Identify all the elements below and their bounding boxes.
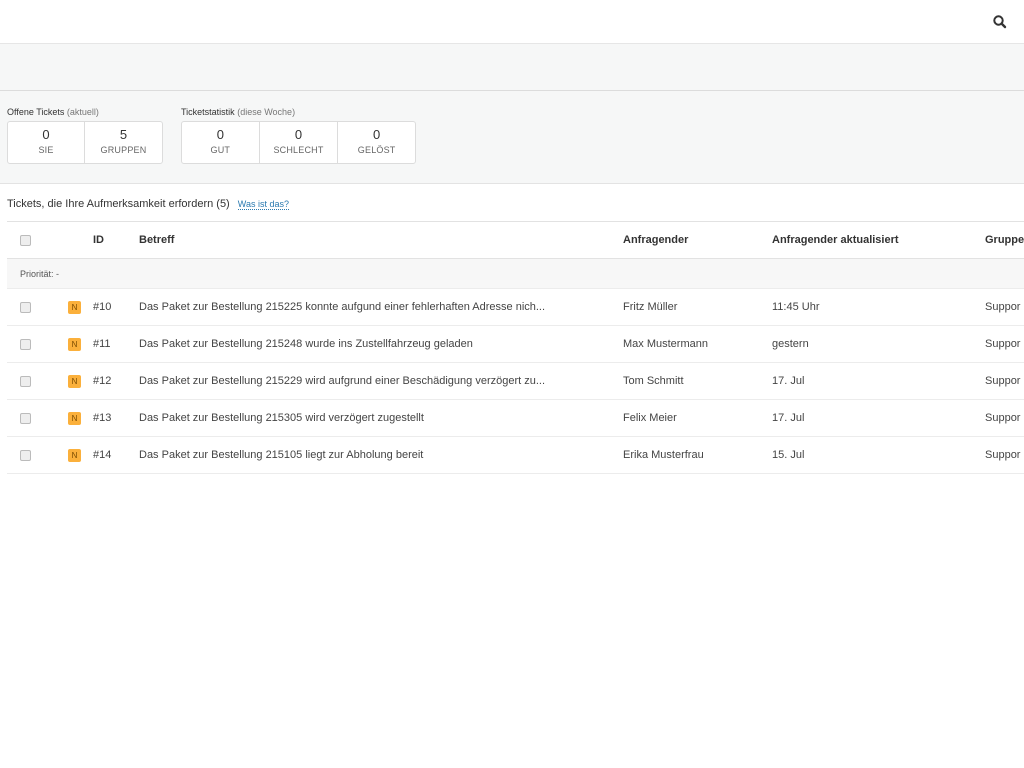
ticket-group: Suppor — [985, 301, 1021, 313]
table-row[interactable]: N #13 Das Paket zur Bestellung 215305 wi… — [7, 400, 1024, 437]
stat-subtitle-text: (diese Woche) — [237, 107, 296, 117]
top-bar — [0, 0, 1024, 44]
column-header-requester-updated[interactable]: Anfragender aktualisiert — [772, 222, 899, 258]
ticket-subject-link[interactable]: Das Paket zur Bestellung 215225 konnte a… — [139, 289, 545, 325]
stat-value: 0 — [373, 127, 381, 142]
priority-badge: N — [68, 300, 81, 314]
stat-good[interactable]: 0 GUT — [182, 122, 260, 163]
ticket-statistics: Ticketstatistik (diese Woche) 0 GUT 0 SC… — [181, 105, 416, 164]
stat-value: 0 — [294, 127, 303, 142]
ticket-stats-title: Ticketstatistik (diese Woche) — [181, 105, 416, 119]
priority-cell: N — [68, 326, 81, 362]
stat-value: 0 — [216, 127, 224, 142]
stat-label: GELÖST — [357, 145, 396, 155]
stat-label: SIE — [38, 145, 54, 155]
stat-value: 5 — [119, 127, 128, 142]
ticket-requester-updated: gestern — [772, 338, 809, 350]
row-select-cell — [20, 400, 31, 436]
ticket-subject-link[interactable]: Das Paket zur Bestellung 215105 liegt zu… — [139, 437, 423, 473]
sub-toolbar — [0, 44, 1024, 91]
stat-subtitle-text: (aktuell) — [66, 107, 99, 117]
ticket-requester-updated: 17. Jul — [772, 412, 805, 424]
ticket-requester-updated: 15. Jul — [772, 449, 805, 461]
table-row[interactable]: N #11 Das Paket zur Bestellung 215248 wu… — [7, 326, 1024, 363]
stats-panel: Offene Tickets (aktuell) 0 SIE 5 GRUPPEN… — [0, 91, 1024, 184]
ticket-id: #13 — [93, 412, 112, 424]
stat-label: SCHLECHT — [273, 145, 324, 155]
select-all-checkbox[interactable] — [20, 234, 31, 246]
table-row[interactable]: N #10 Das Paket zur Bestellung 215225 ko… — [7, 289, 1024, 326]
column-header-subject[interactable]: Betreff — [139, 222, 174, 258]
row-checkbox[interactable] — [20, 301, 31, 313]
select-all-cell — [20, 222, 31, 258]
group-row: Priorität: - — [7, 259, 1024, 289]
table-row[interactable]: N #14 Das Paket zur Bestellung 215105 li… — [7, 437, 1024, 474]
ticket-subject-link[interactable]: Das Paket zur Bestellung 215305 wird ver… — [139, 400, 424, 436]
row-checkbox[interactable] — [20, 338, 31, 350]
ticket-requester: Erika Musterfrau — [623, 449, 704, 461]
ticket-requester: Max Mustermann — [623, 338, 708, 350]
priority-cell: N — [68, 400, 81, 436]
stat-groups[interactable]: 5 GRUPPEN — [85, 122, 162, 163]
open-tickets-title: Offene Tickets (aktuell) — [7, 105, 163, 119]
stat-solved[interactable]: 0 GELÖST — [338, 122, 415, 163]
ticket-id: #12 — [93, 375, 112, 387]
search-icon — [993, 15, 1007, 29]
search-button[interactable] — [990, 12, 1010, 32]
column-header-group[interactable]: Gruppe — [985, 222, 1024, 258]
priority-badge: N — [68, 411, 81, 425]
row-checkbox[interactable] — [20, 449, 31, 461]
column-header-id[interactable]: ID — [93, 222, 104, 258]
section-title-text: Tickets, die Ihre Aufmerksamkeit erforde… — [7, 198, 230, 210]
row-checkbox[interactable] — [20, 412, 31, 424]
ticket-requester-updated: 17. Jul — [772, 375, 805, 387]
open-tickets-stats: Offene Tickets (aktuell) 0 SIE 5 GRUPPEN — [7, 105, 163, 164]
ticket-id: #10 — [93, 301, 112, 313]
ticket-requester: Felix Meier — [623, 412, 677, 424]
stat-label: GUT — [210, 145, 231, 155]
priority-group-label: Priorität: - — [20, 268, 60, 279]
stat-title-text: Offene Tickets — [7, 107, 65, 117]
row-select-cell — [20, 326, 31, 362]
ticket-requester: Tom Schmitt — [623, 375, 684, 387]
ticket-subject-link[interactable]: Das Paket zur Bestellung 215229 wird auf… — [139, 363, 545, 399]
stat-bad[interactable]: 0 SCHLECHT — [260, 122, 339, 163]
row-select-cell — [20, 289, 31, 325]
priority-cell: N — [68, 363, 81, 399]
priority-cell: N — [68, 289, 81, 325]
column-header-requester[interactable]: Anfragender — [623, 222, 688, 258]
row-checkbox[interactable] — [20, 375, 31, 387]
row-select-cell — [20, 437, 31, 473]
section-heading: Tickets, die Ihre Aufmerksamkeit erforde… — [7, 198, 289, 210]
stat-you[interactable]: 0 SIE — [8, 122, 85, 163]
row-select-cell — [20, 363, 31, 399]
ticket-group: Suppor — [985, 449, 1021, 461]
tickets-table: ID Betreff Anfragender Anfragender aktua… — [7, 221, 1024, 474]
table-header: ID Betreff Anfragender Anfragender aktua… — [7, 221, 1024, 259]
ticket-id: #14 — [93, 449, 112, 461]
stat-value: 0 — [42, 127, 50, 142]
ticket-requester-updated: 11:45 Uhr — [772, 301, 820, 313]
table-row[interactable]: N #12 Das Paket zur Bestellung 215229 wi… — [7, 363, 1024, 400]
priority-badge: N — [68, 337, 81, 351]
ticket-group: Suppor — [985, 412, 1021, 424]
ticket-group: Suppor — [985, 338, 1021, 350]
what-is-this-link[interactable]: Was ist das? — [237, 199, 289, 210]
priority-badge: N — [68, 374, 81, 388]
stat-label: GRUPPEN — [100, 145, 147, 155]
ticket-group: Suppor — [985, 375, 1021, 387]
priority-cell: N — [68, 437, 81, 473]
stat-title-text: Ticketstatistik — [181, 107, 235, 117]
ticket-id: #11 — [93, 338, 111, 350]
ticket-subject-link[interactable]: Das Paket zur Bestellung 215248 wurde in… — [139, 326, 473, 362]
ticket-requester: Fritz Müller — [623, 301, 678, 313]
priority-badge: N — [68, 448, 81, 462]
